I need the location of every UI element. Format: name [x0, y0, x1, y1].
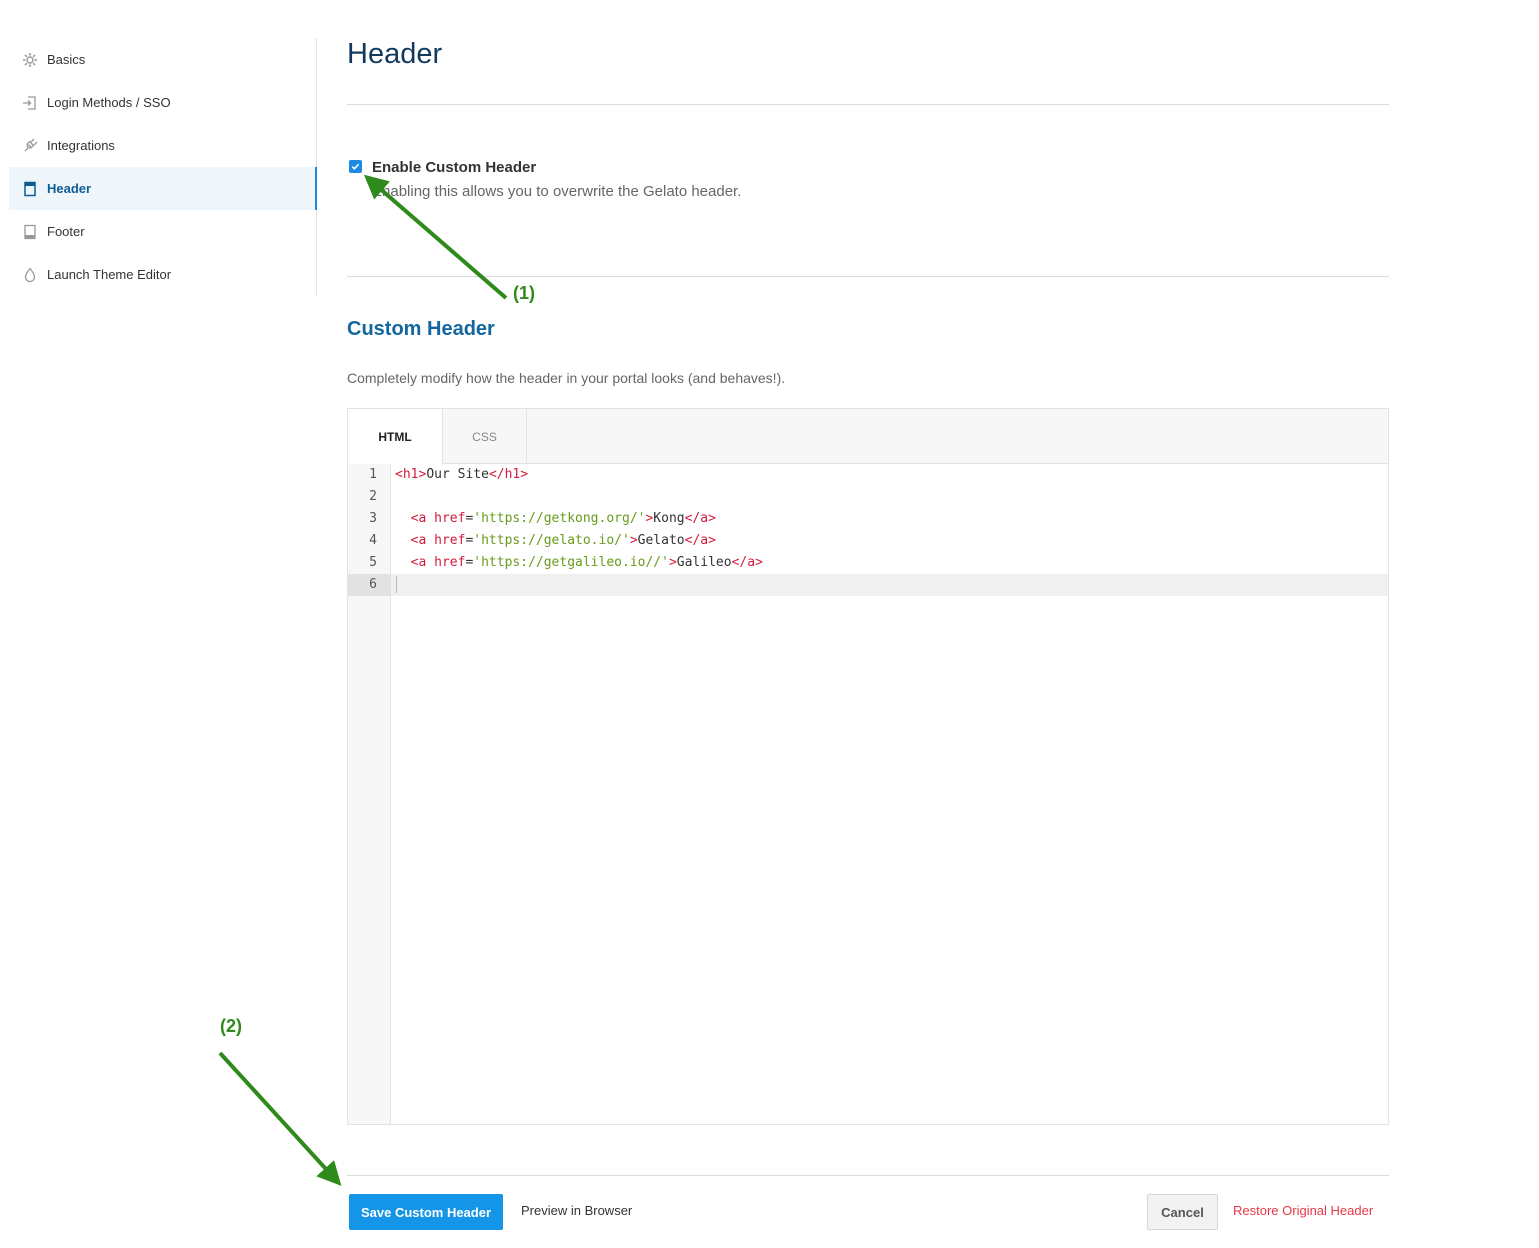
settings-sidebar: Basics Login Methods / SSO Integrations … [9, 38, 317, 296]
line-number-active: 6 [348, 574, 391, 596]
text-cursor [396, 576, 397, 593]
page-title: Header [347, 38, 443, 70]
enable-custom-header-description: Enabling this allows you to overwrite th… [372, 183, 742, 200]
sidebar-item-label: Login Methods / SSO [47, 95, 171, 110]
code-line: <a href='https://getkong.org/'>Kong</a> [410, 511, 716, 526]
restore-original-header-link[interactable]: Restore Original Header [1233, 1203, 1373, 1218]
line-number: 4 [369, 533, 377, 548]
code-editor: HTML CSS 1 2 3 4 5 6 <h1>Our Site</h1> <… [347, 408, 1389, 1125]
code-line: <h1>Our Site</h1> [395, 467, 529, 482]
sidebar-item-launch-theme-editor[interactable]: Launch Theme Editor [9, 253, 317, 296]
check-icon [351, 163, 360, 170]
sidebar-item-label: Launch Theme Editor [47, 267, 172, 282]
code-input[interactable]: <h1>Our Site</h1> <a href='https://getko… [391, 464, 1388, 1124]
sidebar-item-label: Integrations [47, 138, 115, 153]
droplet-icon [22, 266, 38, 283]
sidebar-item-footer[interactable]: Footer [9, 210, 317, 253]
save-custom-header-button[interactable]: Save Custom Header [349, 1194, 503, 1230]
code-line: <a href='https://gelato.io/'>Gelato</a> [410, 533, 716, 548]
arrow-2 [218, 1051, 342, 1186]
annotation-label-2: (2) [220, 1016, 242, 1036]
enable-custom-header-label[interactable]: Enable Custom Header [372, 159, 536, 176]
sidebar-item-basics[interactable]: Basics [9, 38, 317, 81]
section-description: Completely modify how the header in your… [347, 370, 786, 386]
divider [347, 1175, 1389, 1176]
preview-in-browser-link[interactable]: Preview in Browser [521, 1203, 632, 1218]
sidebar-item-integrations[interactable]: Integrations [9, 124, 317, 167]
line-number: 3 [369, 511, 377, 526]
section-title: Custom Header [347, 318, 495, 340]
footer-icon [22, 224, 38, 240]
active-line-highlight [391, 574, 1388, 596]
sidebar-item-label: Footer [47, 224, 85, 239]
sidebar-item-header[interactable]: Header [9, 167, 317, 210]
line-number: 1 [369, 467, 377, 482]
login-icon [22, 95, 38, 111]
sidebar-item-label: Basics [47, 52, 86, 67]
divider [347, 276, 1389, 277]
cancel-button[interactable]: Cancel [1147, 1194, 1218, 1230]
enable-custom-header-checkbox[interactable] [349, 160, 362, 173]
divider [347, 104, 1389, 105]
header-icon [22, 181, 38, 197]
code-line: <a href='https://getgalileo.io//'>Galile… [410, 555, 763, 570]
line-number: 5 [369, 555, 377, 570]
tab-html[interactable]: HTML [348, 409, 443, 465]
sidebar-item-label: Header [47, 181, 92, 196]
gear-icon [22, 52, 38, 68]
line-number-gutter: 1 2 3 4 5 6 [348, 464, 391, 1124]
line-number: 2 [369, 489, 377, 504]
sidebar-item-login-methods[interactable]: Login Methods / SSO [9, 81, 317, 124]
plug-icon [22, 138, 38, 154]
annotation-label-1: (1) [513, 283, 535, 303]
editor-tabs: HTML CSS [348, 409, 1388, 465]
tab-css[interactable]: CSS [443, 409, 527, 464]
checkbox-checked[interactable] [349, 160, 362, 173]
